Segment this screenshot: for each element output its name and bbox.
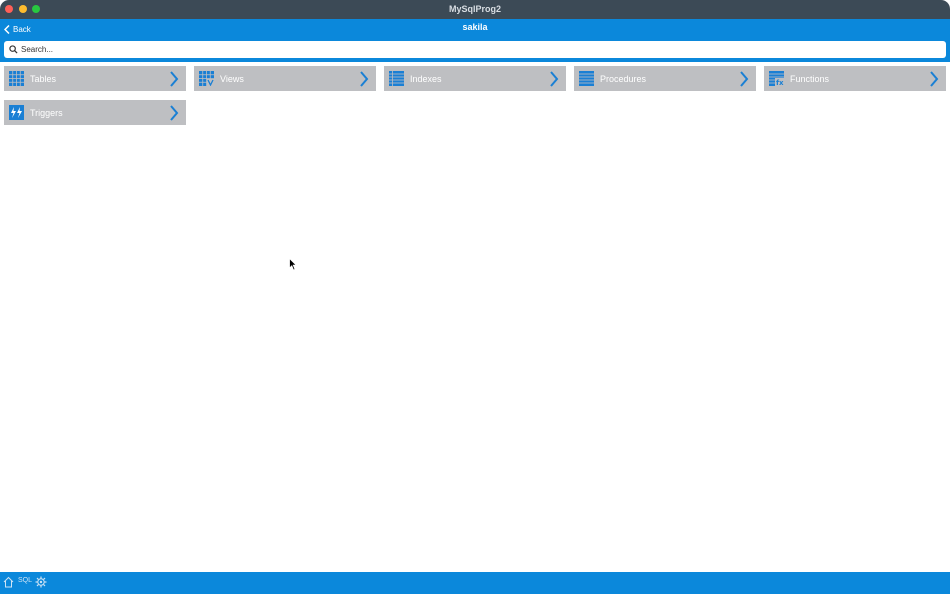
search-box[interactable] <box>4 41 946 58</box>
procedures-tile[interactable]: Procedures <box>574 66 756 91</box>
title-bar: MySqlProg2 <box>0 0 950 19</box>
tile-label: Views <box>220 73 244 84</box>
home-icon[interactable] <box>3 576 14 588</box>
tile-label: Procedures <box>600 73 647 84</box>
chevron-right-icon <box>170 104 179 121</box>
chevron-right-icon <box>930 70 939 87</box>
chevron-right-icon <box>360 70 369 87</box>
navigation-bar: Back sakila <box>0 19 950 40</box>
page-title: sakila <box>462 22 488 32</box>
chevron-right-icon <box>550 70 559 87</box>
tile-label: Triggers <box>30 107 63 118</box>
table-grid-icon <box>9 71 24 86</box>
window-title: MySqlProg2 <box>448 4 501 14</box>
index-list-icon <box>389 71 404 86</box>
back-button[interactable]: Back <box>4 19 31 40</box>
chevron-left-icon <box>4 25 10 34</box>
trigger-icon <box>9 105 24 120</box>
function-fx-icon: fx <box>769 71 784 86</box>
tile-label: Functions <box>790 73 830 84</box>
search-input[interactable] <box>21 45 921 54</box>
bottom-toolbar: SQL <box>0 572 950 594</box>
mouse-cursor-icon <box>289 258 297 271</box>
svg-text:fx: fx <box>776 79 784 86</box>
view-grid-icon <box>199 71 214 86</box>
views-tile[interactable]: Views <box>194 66 376 91</box>
procedure-list-icon <box>579 71 594 86</box>
functions-tile[interactable]: fx Functions <box>764 66 946 91</box>
tile-label: Tables <box>30 73 57 84</box>
chevron-right-icon <box>170 70 179 87</box>
tile-label: Indexes <box>410 73 442 84</box>
search-bar <box>0 40 950 62</box>
search-icon <box>9 45 18 54</box>
sql-button[interactable]: SQL <box>18 577 32 584</box>
indexes-tile[interactable]: Indexes <box>384 66 566 91</box>
tables-tile[interactable]: Tables <box>4 66 186 91</box>
triggers-tile[interactable]: Triggers <box>4 100 186 125</box>
chevron-right-icon <box>740 70 749 87</box>
gear-icon[interactable] <box>35 576 47 588</box>
back-button-label: Back <box>13 25 31 34</box>
